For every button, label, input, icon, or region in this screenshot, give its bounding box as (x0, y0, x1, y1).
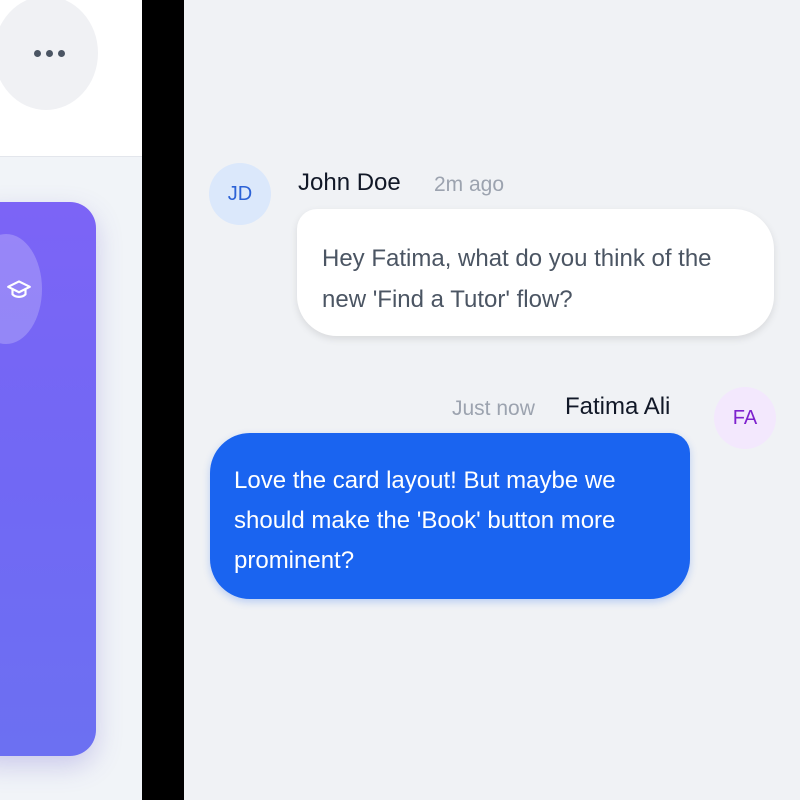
more-horizontal-icon (33, 49, 65, 57)
sender-name: John Doe (298, 169, 401, 196)
avatar-john-doe[interactable]: JD (209, 163, 271, 225)
left-panel (0, 0, 142, 800)
left-panel-header (0, 0, 142, 157)
more-options-button[interactable] (0, 0, 98, 110)
avatar-initials: FA (732, 406, 758, 429)
incoming-message-bubble: Hey Fatima, what do you think of the new… (297, 209, 774, 336)
panel-divider (142, 0, 184, 800)
message-timestamp: 2m ago (434, 173, 505, 196)
message-text: Hey Fatima, what do you think of the new… (322, 245, 712, 313)
graduation-cap-icon (7, 280, 31, 298)
avatar-fatima-ali[interactable]: FA (714, 387, 776, 449)
chat-panel: JD John Doe 2m ago Hey Fatima, what do y… (184, 0, 800, 800)
outgoing-message-bubble: Love the card layout! But maybe we shoul… (210, 433, 690, 599)
avatar-initials: JD (227, 182, 253, 205)
sender-name: Fatima Ali (565, 393, 671, 420)
message-timestamp: Just now (452, 397, 535, 420)
message-text: Love the card layout! But maybe we shoul… (234, 467, 616, 574)
